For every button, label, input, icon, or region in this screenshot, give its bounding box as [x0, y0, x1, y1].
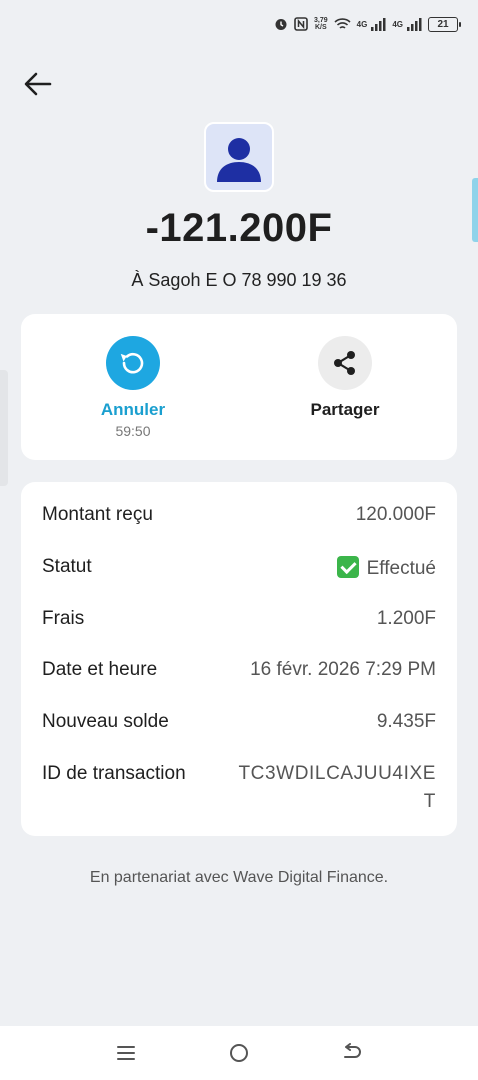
back-icon	[343, 1043, 361, 1058]
partner-text: En partenariat avec Wave Digital Finance…	[89, 869, 389, 886]
share-label: Partager	[310, 400, 380, 419]
cancel-label: Annuler	[100, 400, 166, 419]
detail-label: ID de transaction	[42, 763, 186, 784]
cancel-button[interactable]: Annuler 59:50	[58, 336, 208, 439]
avatar	[204, 122, 274, 192]
detail-row-amount-received: Montant reçu 120.000F	[42, 504, 436, 526]
transaction-id-value[interactable]: TC3WDILCAJUU4IXET	[236, 760, 436, 816]
detail-label: Nouveau solde	[42, 711, 169, 732]
detail-label: Date et heure	[42, 659, 158, 680]
detail-row-fees: Frais 1.200F	[42, 608, 436, 630]
details-card: Montant reçu 120.000F Statut Effectué Fr…	[21, 482, 457, 836]
detail-label: Statut	[42, 556, 92, 577]
home-circle-icon	[229, 1044, 248, 1062]
speed-value: 3,79	[314, 17, 328, 24]
check-mark-icon	[336, 556, 359, 578]
status-bar: 3,79 K/S 4G 4G 21	[0, 0, 478, 48]
arrow-left-icon	[24, 72, 52, 96]
detail-value: 9.435F	[376, 711, 436, 732]
detail-row-status: Statut Effectué	[42, 556, 436, 580]
alarm-icon	[274, 17, 288, 31]
detail-value: 1.200F	[376, 608, 436, 629]
network-speed: 3,79 K/S	[314, 17, 328, 31]
detail-label: Frais	[42, 608, 85, 629]
detail-value: 16 févr. 2026 7:29 PM	[250, 659, 436, 680]
detail-value: 120.000F	[355, 504, 436, 525]
detail-label: Montant reçu	[42, 504, 153, 525]
system-back-button[interactable]	[332, 1033, 372, 1073]
screen: 3,79 K/S 4G 4G 21 -121.200F À Sagoh E O …	[0, 0, 478, 1080]
battery-level: 21	[437, 18, 449, 30]
side-handle	[0, 370, 8, 486]
navigation-bar	[0, 1026, 478, 1080]
share-button[interactable]: Partager	[270, 336, 420, 420]
share-circle[interactable]	[318, 336, 372, 390]
cancel-circle[interactable]	[106, 336, 160, 390]
back-button[interactable]	[22, 68, 54, 100]
detail-row-transaction-id: ID de transaction TC3WDILCAJUU4IXET	[42, 760, 436, 816]
transaction-amount: -121.200F	[145, 206, 333, 250]
recipient-info: À Sagoh E O 78 990 19 36	[131, 270, 347, 290]
speed-unit: K/S	[315, 24, 327, 31]
actions-card: Annuler 59:50 Partager	[21, 314, 457, 460]
detail-row-new-balance: Nouveau solde 9.435F	[42, 711, 436, 733]
nfc-icon	[294, 17, 308, 31]
home-button[interactable]	[219, 1033, 259, 1073]
share-icon	[334, 351, 355, 375]
undo-icon	[120, 352, 144, 374]
menu-icon	[117, 1046, 136, 1060]
status-value: Effectué	[336, 556, 436, 580]
person-icon	[217, 138, 261, 182]
recent-apps-button[interactable]	[106, 1033, 146, 1073]
signal-icon-2	[406, 17, 422, 31]
wifi-icon	[334, 17, 351, 31]
battery-icon: 21	[428, 16, 461, 32]
cancel-timer: 59:50	[115, 423, 151, 439]
status-text: Effectué	[366, 558, 436, 579]
network-label-1: 4G	[356, 19, 368, 29]
signal-icon	[370, 17, 386, 31]
detail-row-date: Date et heure 16 févr. 2026 7:29 PM	[42, 659, 436, 681]
network-label-2: 4G	[392, 19, 403, 29]
